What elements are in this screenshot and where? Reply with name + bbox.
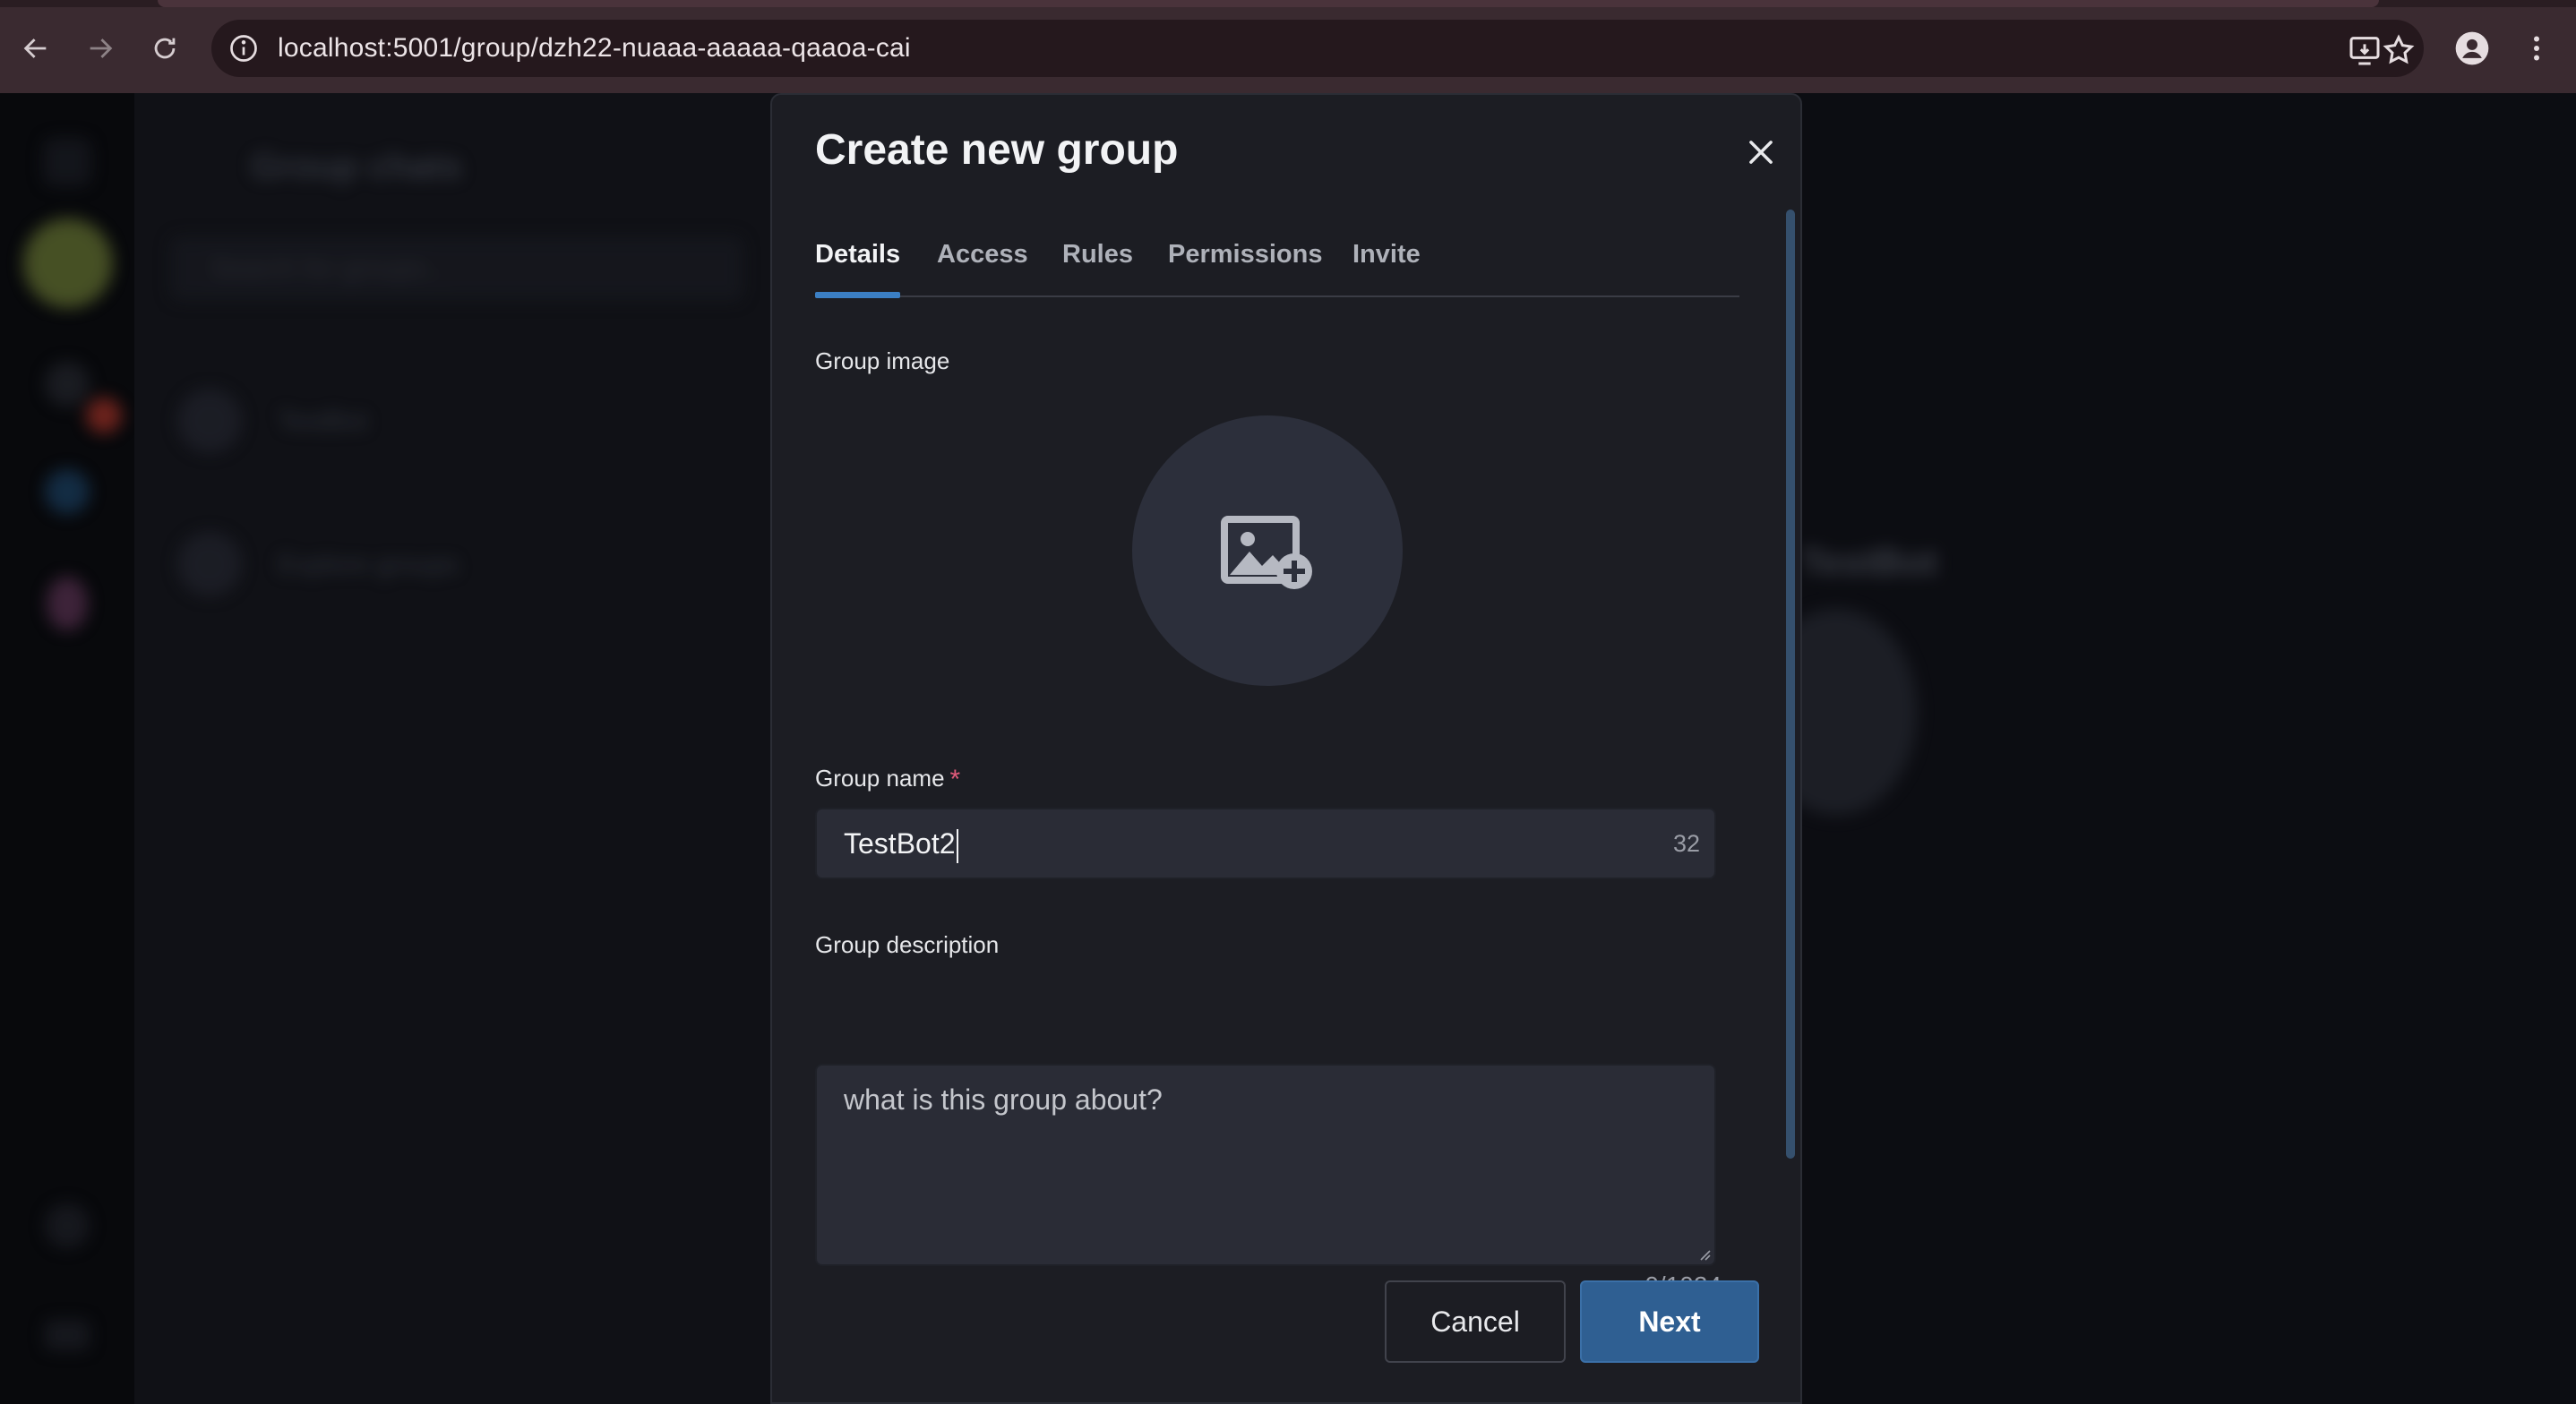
menu-icon [45,1320,90,1350]
explore-icon [177,532,242,596]
close-icon[interactable] [1736,127,1786,177]
more-vertical-icon[interactable] [2515,27,2558,70]
list-item: TestBot [278,407,368,436]
tab-access[interactable]: Access [937,229,1028,279]
cancel-button[interactable]: Cancel [1385,1280,1566,1363]
create-group-modal: Create new group Details Access Rules Pe… [770,93,1802,1404]
forward-arrow-icon[interactable] [79,27,122,70]
profile-icon[interactable] [2451,27,2494,70]
group-image-upload[interactable] [1132,415,1403,686]
group-description-textarea[interactable]: what is this group about? [815,1064,1716,1266]
group-title: TestBot [1800,541,1938,583]
tab-invite[interactable]: Invite [1352,229,1421,279]
back-arrow-icon[interactable] [14,27,57,70]
search-input: Search for groups... [170,236,743,301]
chat-area: TestBot [1756,93,2576,1404]
community-icon [47,577,88,630]
tab-bar: Details Access Rules Permissions Invite [815,229,1739,298]
groups-icon [45,469,90,514]
nav-rail [0,93,134,1404]
group-avatar [177,389,242,453]
modal-scrollbar[interactable] [1786,210,1795,1159]
page-title: Group chats [251,147,462,186]
tab-details[interactable]: Details [815,229,901,298]
group-name-label: Group name * [815,765,961,794]
tab-rules[interactable]: Rules [1062,229,1133,279]
chat-icon [45,362,90,407]
notification-badge [86,398,122,433]
active-tab-edge[interactable] [158,0,2379,7]
modal-title: Create new group [815,126,1179,174]
url-text[interactable]: localhost:5001/group/dzh22-nuaaa-aaaaa-q… [278,20,911,77]
reload-icon[interactable] [143,27,186,70]
group-list-panel: Group chats Search for groups... TestBot… [134,93,779,1404]
group-name-value[interactable]: TestBot2 [844,809,958,878]
site-info-icon[interactable] [228,32,260,64]
group-description-label: Group description [815,931,1000,958]
avatar [23,218,113,308]
add-image-icon [1221,516,1312,589]
settings-icon [45,1203,90,1248]
text-caret [956,828,958,863]
address-bar[interactable]: localhost:5001/group/dzh22-nuaaa-aaaaa-q… [211,20,2424,77]
next-button[interactable]: Next [1580,1280,1759,1363]
group-name-remaining-counter: 32 [1672,830,1700,857]
list-item: Explore groups [278,550,459,579]
required-marker: * [949,765,961,794]
group-image-label: Group image [815,347,950,374]
browser-toolbar: localhost:5001/group/dzh22-nuaaa-aaaaa-q… [0,0,2576,93]
app-logo-icon [43,138,91,186]
group-name-input[interactable]: TestBot2 32 [815,808,1716,879]
tab-permissions[interactable]: Permissions [1168,229,1322,279]
resize-handle-icon[interactable] [1696,1246,1711,1261]
bookmark-star-icon[interactable] [2381,32,2417,68]
description-placeholder: what is this group about? [844,1083,1163,1116]
install-app-icon[interactable] [2347,32,2383,68]
